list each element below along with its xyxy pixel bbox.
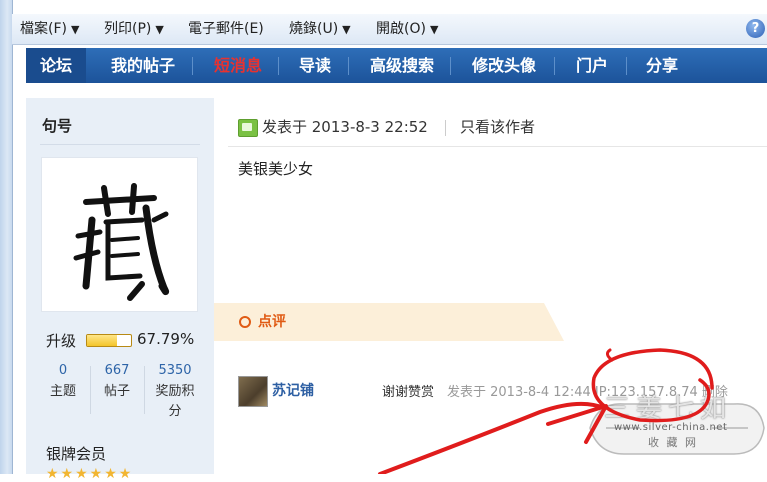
divider (445, 120, 446, 136)
commenter-avatar[interactable] (238, 376, 268, 407)
caret-down-icon: ▼ (429, 23, 439, 36)
menu-bar: 檔案(F) ▼ 列印(P) ▼ 電子郵件(E) 燒錄(U) ▼ 開啟(O) ▼ ? (12, 14, 767, 45)
help-icon[interactable]: ? (746, 19, 765, 38)
menu-print[interactable]: 列印(P) ▼ (104, 14, 164, 44)
nav-divider (278, 57, 279, 75)
tab-guide[interactable]: 导读 (288, 48, 342, 83)
post-content: 美银美少女 (238, 160, 314, 178)
author-stats: 0 主题 667 帖子 5350 奖励积分 (40, 358, 200, 422)
caret-down-icon: ▼ (70, 23, 80, 36)
tab-forum[interactable]: 论坛 (26, 48, 86, 83)
tab-portal[interactable]: 门户 (564, 48, 620, 83)
watermark-bottom-text: 收 藏 网 (648, 436, 698, 449)
divider (40, 144, 200, 145)
tab-change-avatar[interactable]: 修改头像 (460, 48, 548, 83)
post-status-icon (238, 119, 258, 137)
calligraphy-avatar-icon[interactable] (41, 157, 198, 312)
stat-value: 0 (58, 363, 68, 378)
post-date: 发表于 2013-8-3 22:52 (262, 118, 428, 136)
main-nav: 论坛 我的帖子 短消息 导读 高级搜索 修改头像 门户 分享 (26, 48, 767, 83)
avatar-image (73, 183, 170, 301)
level-percent: 67.79% (137, 330, 195, 348)
stat-label: 帖子 (103, 384, 130, 399)
commenter-name[interactable]: 苏记铺 (272, 380, 314, 400)
stat-value: 667 (104, 363, 130, 378)
caret-down-icon: ▼ (155, 23, 164, 36)
view-author-only-link[interactable]: 只看该作者 (460, 112, 535, 142)
watermark-url: www.silver-china.net (614, 422, 728, 433)
comment-text: 谢谢赞赏 (382, 385, 435, 400)
tab-my-posts[interactable]: 我的帖子 (98, 48, 188, 83)
site-watermark: 三姜七如 www.silver-china.net 收 藏 网 (584, 382, 767, 474)
level-progress-fill (87, 335, 117, 346)
nav-divider (554, 57, 555, 75)
watermark-top-text: 三姜七如 (604, 394, 733, 424)
comment-section-title: 点评 (258, 314, 286, 330)
author-username[interactable]: 句号 (42, 115, 72, 136)
caret-down-icon: ▼ (342, 23, 351, 36)
menu-open[interactable]: 開啟(O) ▼ (376, 14, 438, 44)
nav-divider (450, 57, 451, 75)
annotation-arrow (378, 401, 606, 474)
divider (228, 146, 767, 147)
stat-label: 奖励积分 (155, 384, 195, 419)
nav-divider (192, 57, 193, 75)
tab-share[interactable]: 分享 (634, 48, 690, 83)
tab-messages[interactable]: 短消息 (202, 48, 274, 83)
level-label: 升级 (46, 332, 77, 350)
divider (90, 366, 91, 414)
stat-credits[interactable]: 5350 奖励积分 (148, 358, 202, 422)
member-rank: 银牌会员 (46, 445, 107, 463)
menu-file[interactable]: 檔案(F) ▼ (20, 14, 79, 44)
divider (144, 366, 145, 414)
stat-value: 5350 (158, 363, 192, 378)
window-edge (0, 0, 13, 474)
menu-email[interactable]: 電子郵件(E) (188, 14, 264, 44)
stat-label: 主题 (49, 384, 76, 399)
nav-divider (348, 57, 349, 75)
nav-divider (626, 57, 627, 75)
level-progress-bar (86, 334, 132, 347)
stat-posts[interactable]: 667 帖子 (94, 358, 140, 422)
rank-stars-icon: ★★★★★★ (46, 466, 134, 482)
stat-topics[interactable]: 0 主题 (40, 358, 86, 422)
menu-burn[interactable]: 燒錄(U) ▼ (289, 14, 351, 44)
tab-advanced-search[interactable]: 高级搜索 (358, 48, 446, 83)
author-profile: 句号 升级 67.79% 0 主题 667 帖子 5350 奖励积分 银牌会员 … (26, 98, 214, 482)
comment-section-header: 点评 (214, 303, 564, 341)
